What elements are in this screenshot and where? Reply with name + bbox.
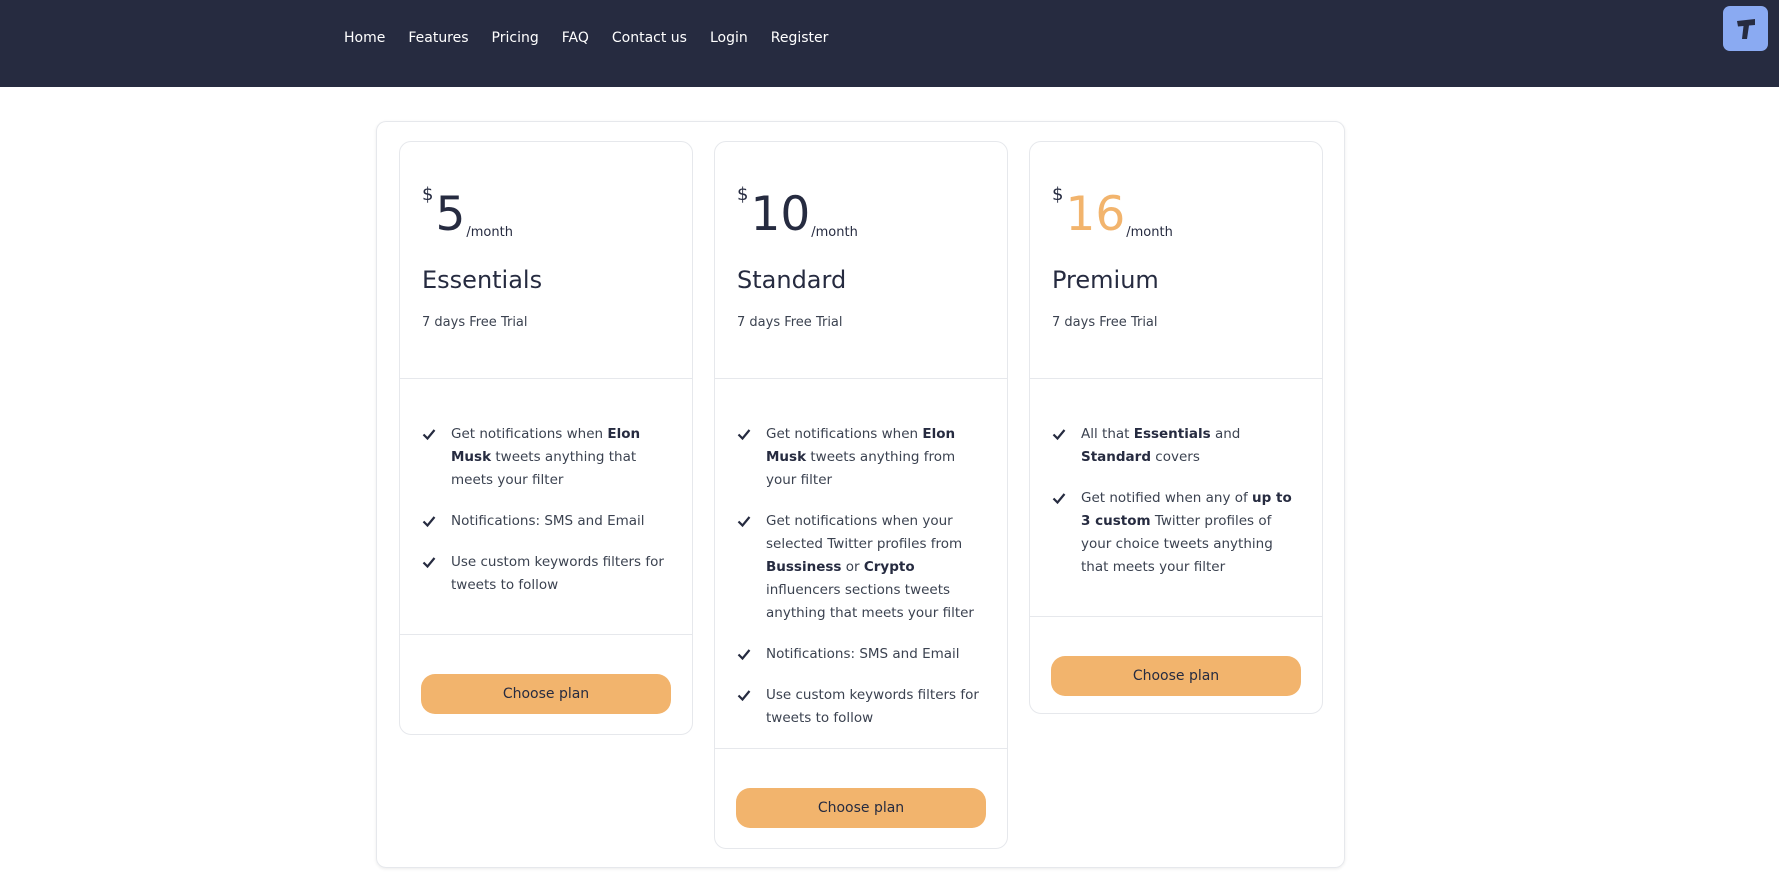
feature-text: Get notifications when your selected Twi… <box>766 513 963 552</box>
plan-trial: 7 days Free Trial <box>737 315 843 330</box>
feature-text: or <box>841 559 864 575</box>
price-currency: $ <box>737 184 749 205</box>
price-period: /month <box>1126 225 1173 240</box>
feature-text: Use custom keywords filters for tweets t… <box>451 554 664 593</box>
price-currency: $ <box>1052 184 1064 205</box>
nav-pricing[interactable]: Pricing <box>492 29 539 47</box>
nav-login[interactable]: Login <box>710 29 748 47</box>
check-icon <box>422 429 436 441</box>
top-navbar: Home Features Pricing FAQ Contact us Log… <box>0 0 1779 87</box>
plan-trial: 7 days Free Trial <box>1052 315 1158 330</box>
plan-footer: Choose plan <box>400 634 692 735</box>
feature-text: Notifications: SMS and Email <box>451 513 645 529</box>
nav-features[interactable]: Features <box>408 29 468 47</box>
feature-item: Get notified when any of up to 3 custom … <box>1052 487 1304 579</box>
plan-trial: 7 days Free Trial <box>422 315 528 330</box>
price-currency: $ <box>422 184 434 205</box>
choose-plan-button-premium[interactable]: Choose plan <box>1051 656 1301 696</box>
plan-card-standard: $ 10 /month Standard 7 days Free Trial G… <box>714 141 1008 849</box>
check-icon <box>422 516 436 528</box>
price-amount: 16 <box>1065 187 1126 242</box>
feature-text: covers <box>1151 449 1200 465</box>
feature-item: All that Essentials and Standard covers <box>1052 423 1304 469</box>
plan-name: Standard <box>737 266 847 294</box>
plan-price: $ 16 /month <box>1052 185 1173 241</box>
feature-item: Get notifications when your selected Twi… <box>737 510 989 625</box>
feature-bold: Bussiness <box>766 559 842 575</box>
feature-item: Use custom keywords filters for tweets t… <box>422 551 674 597</box>
feature-text: influencers sections tweets anything tha… <box>766 582 974 621</box>
plan-price: $ 10 /month <box>737 185 858 241</box>
plan-footer: Choose plan <box>1030 616 1322 714</box>
nav-faq[interactable]: FAQ <box>562 29 589 47</box>
feature-bold: Essentials <box>1133 426 1211 442</box>
check-icon <box>1052 429 1066 441</box>
plan-footer: Choose plan <box>715 748 1007 849</box>
choose-plan-button-essentials[interactable]: Choose plan <box>421 674 671 714</box>
price-amount: 5 <box>435 187 466 242</box>
feature-item: Notifications: SMS and Email <box>737 643 989 666</box>
feature-list: Get notifications when Elon Musk tweets … <box>422 423 674 615</box>
nav-home[interactable]: Home <box>344 29 385 47</box>
feature-list: All that Essentials and Standard covers … <box>1052 423 1304 597</box>
feature-bold: Crypto <box>863 559 915 575</box>
choose-plan-button-standard[interactable]: Choose plan <box>736 788 986 828</box>
plan-header: $ 5 /month Essentials 7 days Free Trial <box>400 142 692 379</box>
feature-list: Get notifications when Elon Musk tweets … <box>737 423 989 748</box>
price-amount: 10 <box>750 187 811 242</box>
price-period: /month <box>466 225 513 240</box>
feature-item: Notifications: SMS and Email <box>422 510 674 533</box>
check-icon <box>737 429 751 441</box>
check-icon <box>737 649 751 661</box>
feature-text: Get notifications when <box>451 426 608 442</box>
feature-text: Notifications: SMS and Email <box>766 646 960 662</box>
feature-item: Get notifications when Elon Musk tweets … <box>422 423 674 492</box>
price-period: /month <box>811 225 858 240</box>
feature-text: and <box>1210 426 1241 442</box>
plan-card-essentials: $ 5 /month Essentials 7 days Free Trial … <box>399 141 693 735</box>
feature-text: All that <box>1081 426 1134 442</box>
plan-header: $ 10 /month Standard 7 days Free Trial <box>715 142 1007 379</box>
feature-text: Get notifications when <box>766 426 923 442</box>
check-icon <box>737 516 751 528</box>
nav-contact[interactable]: Contact us <box>612 29 687 47</box>
plan-header: $ 16 /month Premium 7 days Free Trial <box>1030 142 1322 379</box>
plan-card-premium: $ 16 /month Premium 7 days Free Trial Al… <box>1029 141 1323 714</box>
check-icon <box>422 557 436 569</box>
nav-register[interactable]: Register <box>771 29 829 47</box>
brand-logo-button[interactable] <box>1723 6 1768 51</box>
feature-item: Use custom keywords filters for tweets t… <box>737 684 989 730</box>
plan-name: Premium <box>1052 266 1159 294</box>
feature-text: Get notified when any of <box>1081 490 1253 506</box>
feature-text: Use custom keywords filters for tweets t… <box>766 687 979 726</box>
t-logo-icon <box>1736 18 1755 39</box>
feature-item: Get notifications when Elon Musk tweets … <box>737 423 989 492</box>
plan-name: Essentials <box>422 266 543 294</box>
plan-price: $ 5 /month <box>422 185 513 241</box>
main-nav: Home Features Pricing FAQ Contact us Log… <box>344 29 851 47</box>
check-icon <box>1052 493 1066 505</box>
check-icon <box>737 690 751 702</box>
feature-bold: Standard <box>1081 449 1151 465</box>
